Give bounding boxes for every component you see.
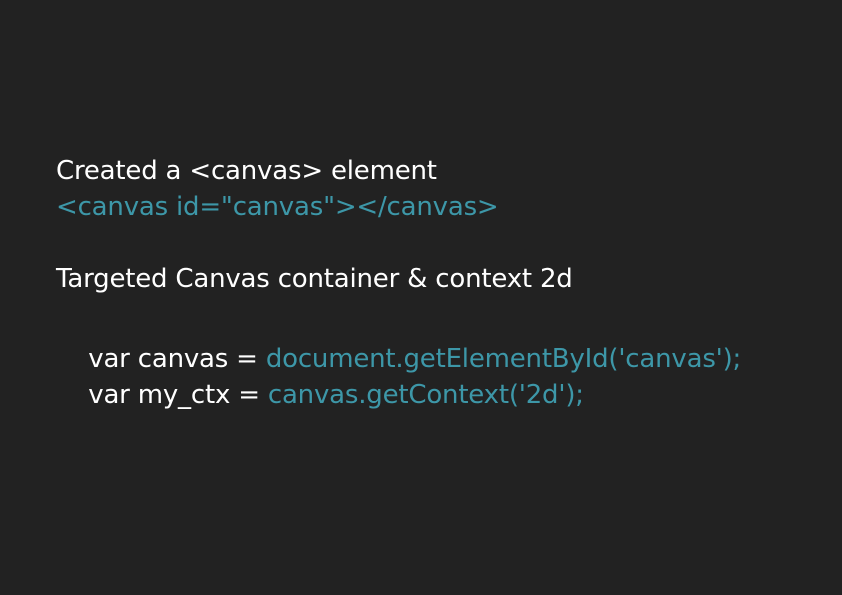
code-line-context: var my_ctx = canvas.getContext('2d'); <box>56 341 584 449</box>
slide: Created a <canvas> element <canvas id="c… <box>0 0 842 595</box>
step1-code: <canvas id="canvas"></canvas> <box>56 192 499 222</box>
step1-heading: Created a <canvas> element <box>56 156 437 186</box>
code-line-context-prefix: var my_ctx = <box>88 380 268 410</box>
step2-heading: Targeted Canvas container & context 2d <box>56 264 573 294</box>
code-line-context-call: canvas.getContext('2d'); <box>267 380 584 410</box>
